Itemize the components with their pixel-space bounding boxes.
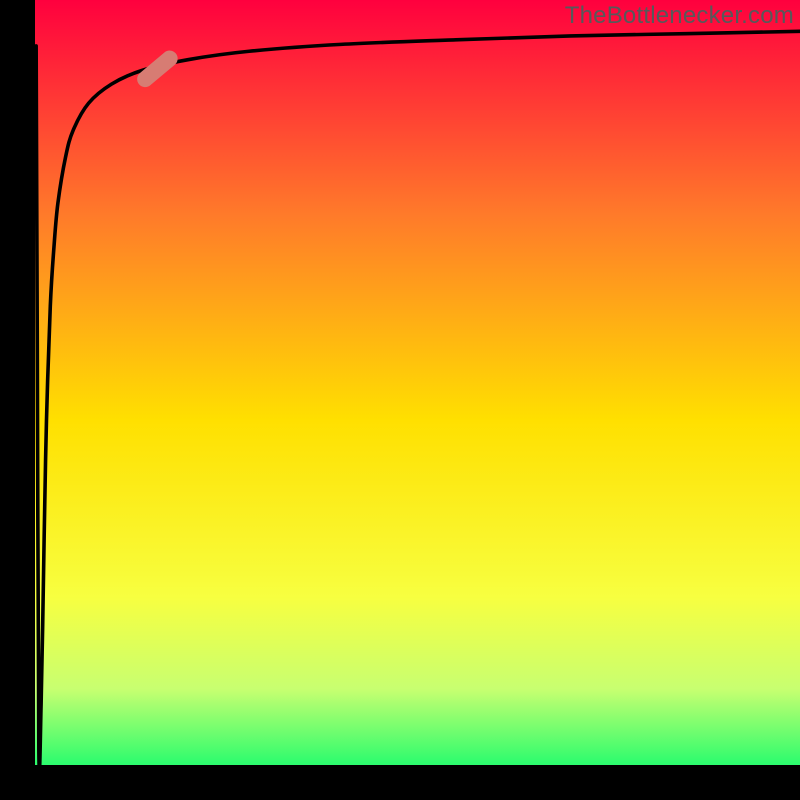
chart-svg <box>35 0 800 765</box>
y-axis <box>0 0 35 770</box>
chart-container: TheBottlenecker.com <box>0 0 800 800</box>
x-axis <box>0 765 800 800</box>
plot-area <box>35 0 800 765</box>
watermark-text: TheBottlenecker.com <box>565 2 794 30</box>
gradient-background <box>35 0 800 765</box>
